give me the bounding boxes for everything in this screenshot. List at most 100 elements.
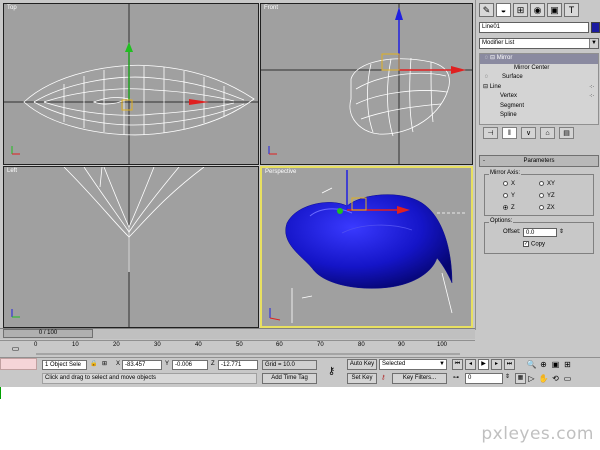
axis-radio-yz[interactable]: YZ [539, 193, 555, 199]
go-to-end-icon[interactable]: ⏭ [504, 359, 515, 370]
viewport-label-front[interactable]: Front [264, 5, 278, 11]
chevron-down-icon[interactable]: ▼ [589, 39, 598, 48]
radio-dot[interactable] [539, 205, 544, 210]
radio-dot[interactable] [503, 193, 508, 198]
set-key-button[interactable]: Set Key [347, 373, 377, 384]
object-color-swatch[interactable] [591, 22, 600, 33]
next-frame-icon[interactable]: ▸ [491, 359, 502, 370]
viewport-front[interactable]: Front [260, 3, 473, 165]
spinner-icon[interactable]: ⇕ [559, 228, 564, 235]
axis-radio-y[interactable]: Y [503, 193, 515, 199]
object-name-field[interactable]: Line01 [479, 22, 589, 33]
current-frame-field[interactable]: 0 [465, 373, 503, 384]
motion-icon[interactable]: ◉ [530, 3, 545, 17]
time-slider[interactable]: 0 / 100 [3, 329, 93, 338]
lightbulb-icon[interactable]: ◌ [483, 73, 490, 83]
stack-item-mirror-center[interactable]: Mirror Center [480, 64, 598, 74]
viewport-top[interactable]: Top [3, 3, 259, 165]
perspective-shaded-mesh [269, 170, 467, 323]
orbit-icon[interactable]: ⟲ [550, 373, 561, 384]
radio-dot-selected[interactable] [503, 205, 508, 210]
axis-radio-zx[interactable]: ZX [539, 205, 555, 211]
key-mode-dropdown[interactable]: Selected ▼ [379, 359, 447, 370]
y-coordinate-field[interactable]: -0.006 [172, 360, 208, 370]
chevron-down-icon[interactable]: ▼ [439, 360, 445, 368]
lock-icon[interactable]: 🔒 [90, 360, 97, 367]
tick-label: 40 [195, 342, 202, 348]
viewport-label-left[interactable]: Left [7, 168, 17, 174]
axis-radio-z[interactable]: Z [503, 205, 515, 211]
selection-count: 1 Object Sele [42, 360, 87, 370]
key-filters-button[interactable]: Key Filters... [392, 373, 447, 384]
hierarchy-icon[interactable]: ⊞ [513, 3, 528, 17]
key-icon[interactable]: ⚷ [326, 366, 337, 377]
viewport-left[interactable]: Left [3, 166, 259, 328]
viewport-perspective[interactable]: Perspective [260, 166, 473, 328]
utilities-icon[interactable]: T [564, 3, 579, 17]
stack-item-label: Spline [500, 112, 517, 118]
viewport-label-perspective[interactable]: Perspective [265, 169, 296, 175]
options-title: Options: [489, 218, 514, 224]
mirror-axis-title: Mirror Axis: [489, 170, 521, 176]
lightbulb-icon[interactable]: ◌ [483, 54, 490, 64]
absolute-mode-icon[interactable]: ⊞ [102, 360, 107, 367]
maxscript-listener-mini[interactable] [0, 358, 37, 370]
options-group: Options: Offset: 0.0 ⇕ ✓ Copy [484, 218, 594, 254]
vertex-dots-icon: ·:· [589, 93, 594, 99]
play-icon[interactable]: ▶ [478, 359, 489, 370]
grid-readout: Grid = 10.0 [262, 360, 317, 370]
tick-label: 100 [437, 342, 448, 348]
stack-item-line[interactable]: ⊟ Line ·:· [480, 83, 598, 93]
tick-label: 70 [317, 342, 324, 348]
pin-stack-icon[interactable]: ⊣ [483, 127, 498, 139]
stack-item-segment[interactable]: Segment [480, 102, 598, 112]
radio-dot[interactable] [539, 193, 544, 198]
go-to-start-icon[interactable]: ⏮ [452, 359, 463, 370]
offset-field[interactable]: 0.0 [523, 228, 557, 237]
stack-item-spline[interactable]: Spline [480, 111, 598, 121]
viewport-label-top[interactable]: Top [7, 5, 17, 11]
zoom-extents-all-icon[interactable]: ⊞ [562, 359, 573, 370]
check-icon[interactable]: ✓ [523, 241, 529, 247]
stack-item-label: Surface [502, 74, 523, 80]
stack-item-mirror[interactable]: ◌ ⊟ Mirror [480, 54, 598, 64]
stack-item-vertex[interactable]: Vertex ·:· [480, 92, 598, 102]
left-view-wireframe [11, 167, 205, 327]
collapse-icon[interactable]: ⊟ [483, 84, 490, 90]
radio-dot[interactable] [503, 181, 508, 186]
z-coordinate-field[interactable]: -12.771 [218, 360, 258, 370]
zoom-extents-icon[interactable]: ▣ [550, 359, 561, 370]
previous-frame-icon[interactable]: ◂ [465, 359, 476, 370]
x-coordinate-field[interactable]: -83.457 [122, 360, 162, 370]
pan-icon[interactable]: ✋ [538, 373, 549, 384]
make-unique-icon[interactable]: ∨ [521, 127, 536, 139]
mirror-axis-group: Mirror Axis: X XY Y YZ Z ZX [484, 170, 594, 216]
modifier-list-dropdown[interactable]: Modifier List ▼ [479, 38, 599, 49]
axis-radio-x[interactable]: X [503, 181, 515, 187]
configure-sets-icon[interactable]: ▤ [559, 127, 574, 139]
spinner-icon[interactable]: ⇕ [505, 373, 510, 380]
key-mode-toggle-icon[interactable]: ⊶ [453, 374, 459, 381]
parameters-rollout-header[interactable]: - Parameters [479, 155, 599, 167]
axis-radio-xy[interactable]: XY [539, 181, 555, 187]
create-icon[interactable]: ✎ [479, 3, 494, 17]
remove-modifier-icon[interactable]: ⌂ [540, 127, 555, 139]
display-icon[interactable]: ▣ [547, 3, 562, 17]
stack-item-surface[interactable]: ◌ Surface [480, 73, 598, 83]
key-filter-icon[interactable]: ⚷ [381, 374, 385, 381]
show-end-result-icon[interactable]: ‖ [502, 127, 517, 139]
collapse-icon[interactable]: ⊟ [490, 55, 497, 61]
zoom-all-icon[interactable]: ⊕ [538, 359, 549, 370]
auto-key-button[interactable]: Auto Key [347, 359, 377, 370]
maximize-viewport-icon[interactable]: ▭ [562, 373, 573, 384]
top-view-wireframe [4, 4, 258, 164]
zoom-icon[interactable]: 🔍 [526, 359, 537, 370]
modify-icon[interactable]: ◒ [496, 3, 511, 17]
add-time-tag-button[interactable]: Add Time Tag [262, 373, 317, 384]
track-bar[interactable]: ▭ 0 10 20 30 40 50 60 70 80 90 100 [0, 340, 475, 357]
field-of-view-icon[interactable]: ▷ [526, 373, 537, 384]
radio-dot[interactable] [539, 181, 544, 186]
key-mode-value: Selected [382, 361, 406, 367]
copy-checkbox[interactable]: ✓ Copy [523, 241, 545, 248]
time-configuration-icon[interactable]: ▦ [515, 373, 526, 384]
